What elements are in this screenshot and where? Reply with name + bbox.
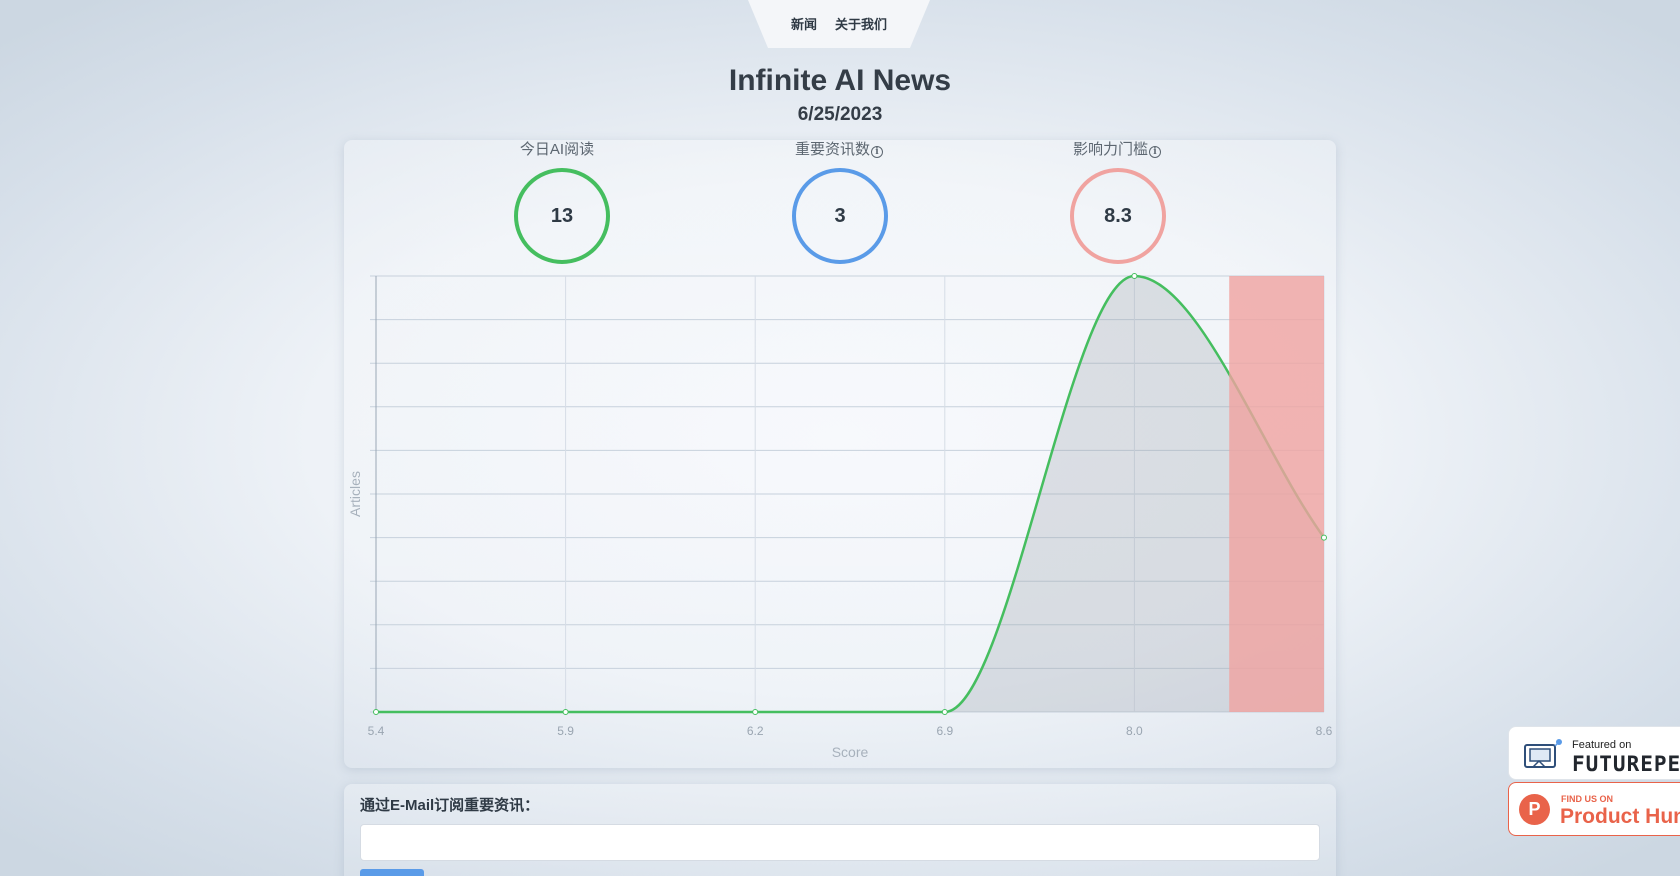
- x-tick-label: 5.9: [557, 724, 574, 738]
- page-title: Infinite AI News: [728, 64, 952, 97]
- futurepedia-small-text: Featured on: [1572, 739, 1632, 751]
- x-tick-label: 6.9: [936, 724, 953, 738]
- futurepedia-name: FUTUREPEDIA: [1572, 752, 1680, 776]
- score-distribution-chart: 5.4 5.9 6.2 6.9 8.0 8.6 Score Articles: [347, 273, 1333, 760]
- data-point: [941, 709, 948, 715]
- nav-item-about[interactable]: 关于我们: [835, 14, 887, 33]
- futurepedia-icon: [1524, 739, 1562, 768]
- data-point: [373, 709, 379, 715]
- threshold-band: [1229, 276, 1324, 712]
- futurepedia-badge[interactable]: Featured on FUTUREPEDIA: [1508, 726, 1680, 780]
- x-tick-label: 8.0: [1126, 724, 1143, 738]
- stat-value: 3: [834, 204, 846, 227]
- data-point: [1321, 534, 1327, 541]
- producthunt-logo-icon: P: [1519, 794, 1550, 825]
- nav-item-news[interactable]: 新闻: [791, 14, 817, 33]
- stat-ring: 13: [514, 168, 610, 264]
- x-axis-label: Score: [832, 744, 869, 760]
- stat-value: 13: [550, 204, 574, 227]
- stat-ring: 8.3: [1070, 168, 1166, 264]
- stat-ring: 3: [792, 168, 888, 264]
- producthunt-small-text: FIND US ON: [1561, 794, 1614, 804]
- x-tick-label: 8.6: [1316, 724, 1333, 738]
- stat-today-reads: 今日AI阅读 13: [502, 138, 612, 268]
- x-tick-label: 5.4: [368, 724, 385, 738]
- y-axis-label: Articles: [347, 471, 363, 517]
- page-date: 6/25/2023: [797, 104, 883, 125]
- stat-label: 重要资讯数 i: [778, 138, 900, 159]
- subscribe-label: 通过E-Mail订阅重要资讯：: [360, 797, 540, 814]
- stat-important-count: 重要资讯数 i 3: [778, 138, 900, 268]
- top-nav: 新闻 关于我们: [748, 0, 930, 48]
- stat-value: 8.3: [1104, 204, 1132, 227]
- email-input[interactable]: [360, 824, 1320, 861]
- data-point: [1131, 273, 1138, 279]
- info-icon[interactable]: i: [1149, 146, 1161, 158]
- producthunt-badge[interactable]: P FIND US ON Product Hunt: [1508, 782, 1680, 836]
- data-point: [562, 709, 569, 715]
- stat-label-text: 重要资讯数: [794, 141, 870, 158]
- subscribe-button[interactable]: [360, 869, 424, 876]
- stat-label: 今日AI阅读: [519, 141, 595, 158]
- producthunt-name: Product Hunt: [1560, 805, 1680, 828]
- info-icon[interactable]: i: [871, 146, 883, 158]
- data-point: [752, 709, 759, 715]
- stat-label-text: 影响力门槛: [1072, 141, 1148, 158]
- x-tick-label: 6.2: [747, 724, 764, 738]
- stat-label: 影响力门槛 i: [1056, 138, 1178, 159]
- stat-influence-threshold: 影响力门槛 i 8.3: [1056, 138, 1178, 268]
